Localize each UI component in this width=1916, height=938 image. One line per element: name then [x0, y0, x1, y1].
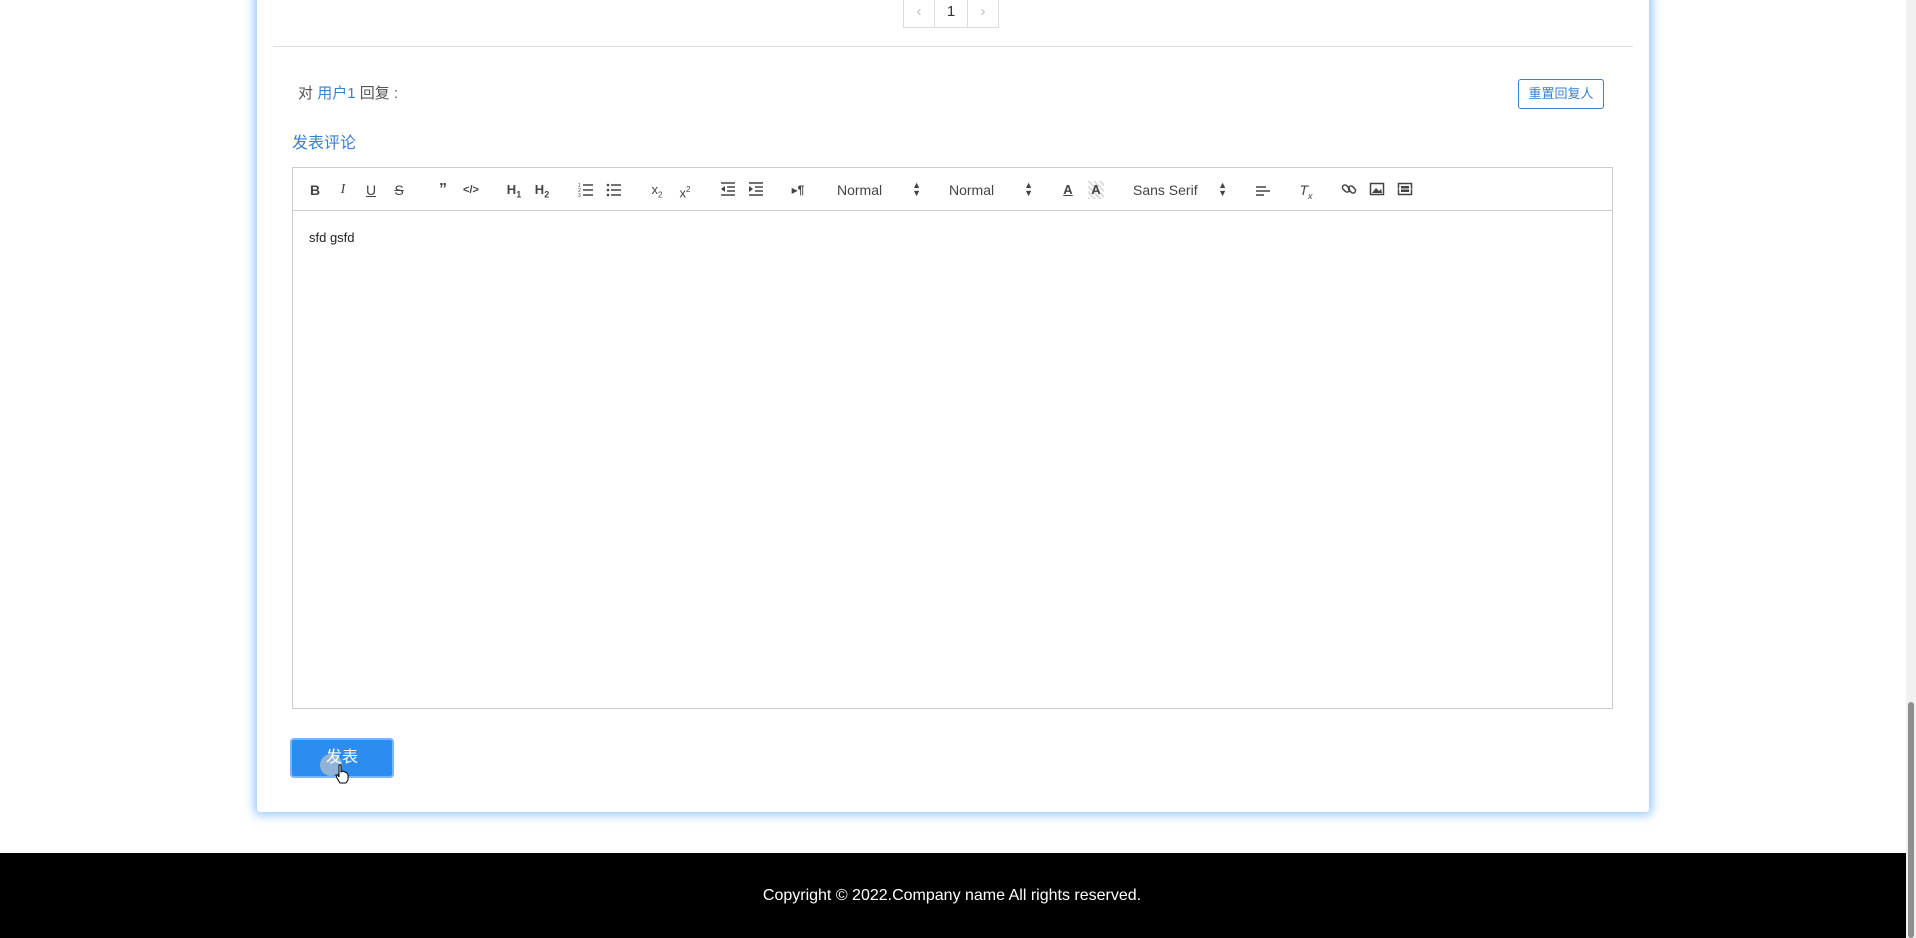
link-icon[interactable]: [1341, 181, 1357, 199]
image-icon[interactable]: [1369, 181, 1385, 199]
svg-text:3: 3: [578, 193, 581, 197]
header-select-value: Normal: [837, 182, 883, 198]
scrollbar-thumb[interactable]: [1908, 702, 1914, 938]
select-arrows-icon: ▲ ▼: [1024, 180, 1033, 198]
pagination: ‹ 1 ›: [903, 0, 999, 28]
background-color-icon[interactable]: A: [1088, 181, 1104, 199]
h1-icon[interactable]: H1: [506, 181, 522, 200]
reply-user-link[interactable]: 用户1: [317, 85, 355, 102]
rtl-icon[interactable]: ▸¶: [790, 181, 806, 199]
post-comment-title: 发表评论: [292, 135, 357, 152]
bullet-list-icon[interactable]: [606, 181, 622, 199]
clear-format-icon[interactable]: Tx: [1298, 181, 1314, 201]
h2-icon[interactable]: H2: [534, 181, 550, 200]
strike-icon[interactable]: S: [391, 181, 407, 199]
blockquote-icon[interactable]: ”: [435, 181, 451, 199]
rich-text-editor: B I U S ” </> H1 H2 123 x2 x2 ▸¶ Normal …: [292, 167, 1613, 709]
reply-prefix: 对: [298, 85, 314, 102]
header-select[interactable]: Normal ▲ ▼: [837, 181, 921, 199]
outdent-icon[interactable]: [720, 181, 736, 199]
page-1-button[interactable]: 1: [934, 0, 968, 28]
ordered-list-icon[interactable]: 123: [578, 181, 594, 199]
editor-content[interactable]: sfd gsfd: [309, 230, 355, 245]
size-select[interactable]: Normal ▲ ▼: [949, 181, 1033, 199]
select-arrows-icon: ▲ ▼: [1218, 180, 1227, 198]
prev-page-button[interactable]: ‹: [903, 0, 935, 28]
reply-target: 对 用户1 回复 :: [298, 82, 398, 103]
reset-reply-button[interactable]: 重置回复人: [1518, 79, 1604, 109]
footer: Copyright © 2022.Company name All rights…: [0, 853, 1916, 938]
text-color-icon[interactable]: A: [1060, 181, 1076, 199]
underline-icon[interactable]: U: [363, 181, 379, 199]
next-page-button[interactable]: ›: [967, 0, 999, 28]
copyright-text: Copyright © 2022.Company name All rights…: [762, 887, 1142, 904]
divider: [273, 46, 1633, 47]
subscript-icon[interactable]: x2: [649, 181, 665, 200]
font-select-value: Sans Serif: [1133, 182, 1198, 198]
italic-icon[interactable]: I: [335, 181, 351, 199]
editor-toolbar: B I U S ” </> H1 H2 123 x2 x2 ▸¶ Normal …: [293, 168, 1612, 211]
hand-cursor-icon: [335, 764, 349, 784]
page-scrollbar[interactable]: [1906, 0, 1916, 938]
code-block-icon[interactable]: </>: [463, 181, 479, 199]
font-select[interactable]: Sans Serif ▲ ▼: [1133, 181, 1227, 199]
indent-icon[interactable]: [748, 181, 764, 199]
bold-icon[interactable]: B: [307, 181, 323, 199]
video-icon[interactable]: [1397, 181, 1413, 199]
align-icon[interactable]: [1255, 181, 1271, 199]
superscript-icon[interactable]: x2: [677, 181, 693, 200]
select-arrows-icon: ▲ ▼: [912, 180, 921, 198]
reply-suffix: 回复 :: [359, 85, 399, 102]
size-select-value: Normal: [949, 182, 995, 198]
